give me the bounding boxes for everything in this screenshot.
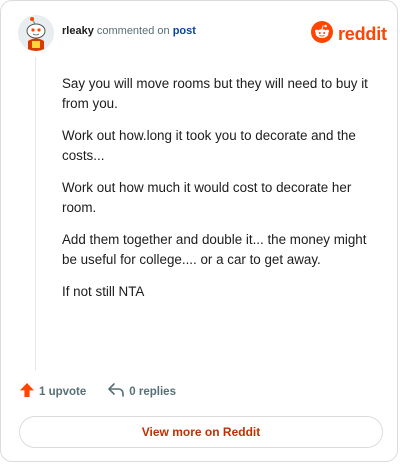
- reply-icon: [107, 382, 129, 401]
- comment-paragraph: If not still NTA: [62, 284, 145, 299]
- avatar[interactable]: [18, 15, 54, 51]
- view-more-button[interactable]: View more on Reddit: [19, 416, 383, 448]
- comment-header: rleaky commented on post: [62, 25, 196, 37]
- comment-paragraph: Add them together and double it... the m…: [62, 232, 367, 267]
- comment-body: Say you will move rooms but they will ne…: [62, 74, 380, 314]
- username[interactable]: rleaky: [62, 25, 94, 37]
- upvote-count: 1 upvote: [39, 385, 87, 398]
- reddit-wordmark: reddit: [338, 24, 387, 44]
- view-more-label: View more on Reddit: [141, 425, 261, 439]
- comment-paragraph: Work out how.long it took you to decorat…: [62, 128, 356, 163]
- reddit-logo-icon: [311, 21, 333, 48]
- comment-actions: 1 upvote 0 replies: [19, 382, 176, 401]
- upvote-icon: [19, 382, 39, 401]
- replies-button[interactable]: 0 replies: [107, 382, 176, 401]
- reddit-brand[interactable]: reddit: [311, 21, 387, 48]
- reply-count: 0 replies: [129, 385, 176, 398]
- thread-line[interactable]: [35, 57, 36, 371]
- comment-embed-card: rleaky commented on post reddit Say you …: [0, 0, 398, 462]
- comment-paragraph: Say you will move rooms but they will ne…: [62, 76, 368, 111]
- action-text: commented on: [96, 25, 170, 37]
- comment-paragraph: Work out how much it would cost to decor…: [62, 180, 352, 215]
- upvote-button[interactable]: 1 upvote: [19, 382, 86, 401]
- post-link[interactable]: post: [173, 25, 196, 37]
